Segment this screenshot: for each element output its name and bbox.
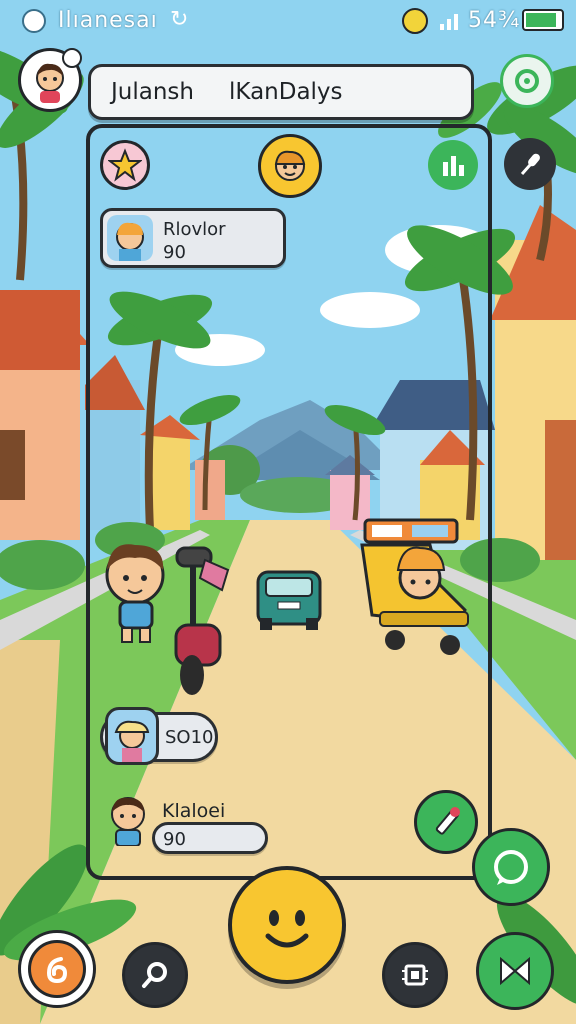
battery-icon [522, 9, 564, 31]
battery-percentage: 54¾ [468, 8, 521, 33]
chat-button[interactable] [472, 828, 550, 906]
bar-chart-icon [443, 156, 464, 176]
swirl-icon [46, 957, 68, 984]
player-name: Klaloei [162, 800, 226, 822]
player-name: Rlovlor [163, 219, 226, 240]
player-card[interactable]: SO10 [100, 707, 218, 765]
status-bar: Ilıanesaı ↻ 54¾ [0, 0, 576, 40]
player-avatar [104, 790, 152, 847]
notification-badge [62, 48, 82, 68]
character-button[interactable] [258, 134, 322, 198]
star-button[interactable] [100, 140, 150, 190]
notification-icon [22, 9, 46, 33]
chip-icon [402, 964, 428, 986]
player-score: SO10 [165, 727, 214, 748]
alarm-icon [402, 8, 428, 34]
player-score: 90 [163, 242, 186, 263]
share-icon [515, 69, 539, 93]
edit-button[interactable] [414, 790, 478, 854]
stats-button[interactable] [428, 140, 478, 190]
character-face-icon [274, 150, 306, 181]
player-card[interactable]: Rlovlor 90 [100, 208, 286, 268]
carrier-name: Ilıanesaı [58, 8, 158, 33]
search-bar[interactable]: Julansh lKanDalys [88, 64, 474, 120]
search-button[interactable] [122, 942, 188, 1008]
player-card[interactable]: 90 [152, 822, 268, 854]
microphone-icon [520, 153, 540, 175]
player-avatar [105, 707, 159, 765]
signal-icon [440, 10, 464, 30]
map-button[interactable] [476, 932, 554, 1010]
home-button[interactable] [18, 930, 96, 1008]
share-button[interactable] [500, 54, 554, 108]
player-avatar [107, 215, 153, 261]
search-bar-right-text: lKanDalys [229, 79, 343, 105]
sync-icon: ↻ [170, 6, 189, 31]
chip-button[interactable] [382, 942, 448, 1008]
pencil-icon [435, 807, 460, 835]
chat-icon [494, 850, 528, 885]
microphone-button[interactable] [504, 138, 556, 190]
map-icon [500, 956, 530, 986]
search-icon [142, 962, 167, 988]
smiley-icon [265, 910, 309, 948]
player-score: 90 [163, 829, 186, 850]
emoji-button[interactable] [228, 866, 346, 984]
star-icon [108, 148, 142, 182]
search-bar-left-text: Julansh [111, 79, 194, 105]
